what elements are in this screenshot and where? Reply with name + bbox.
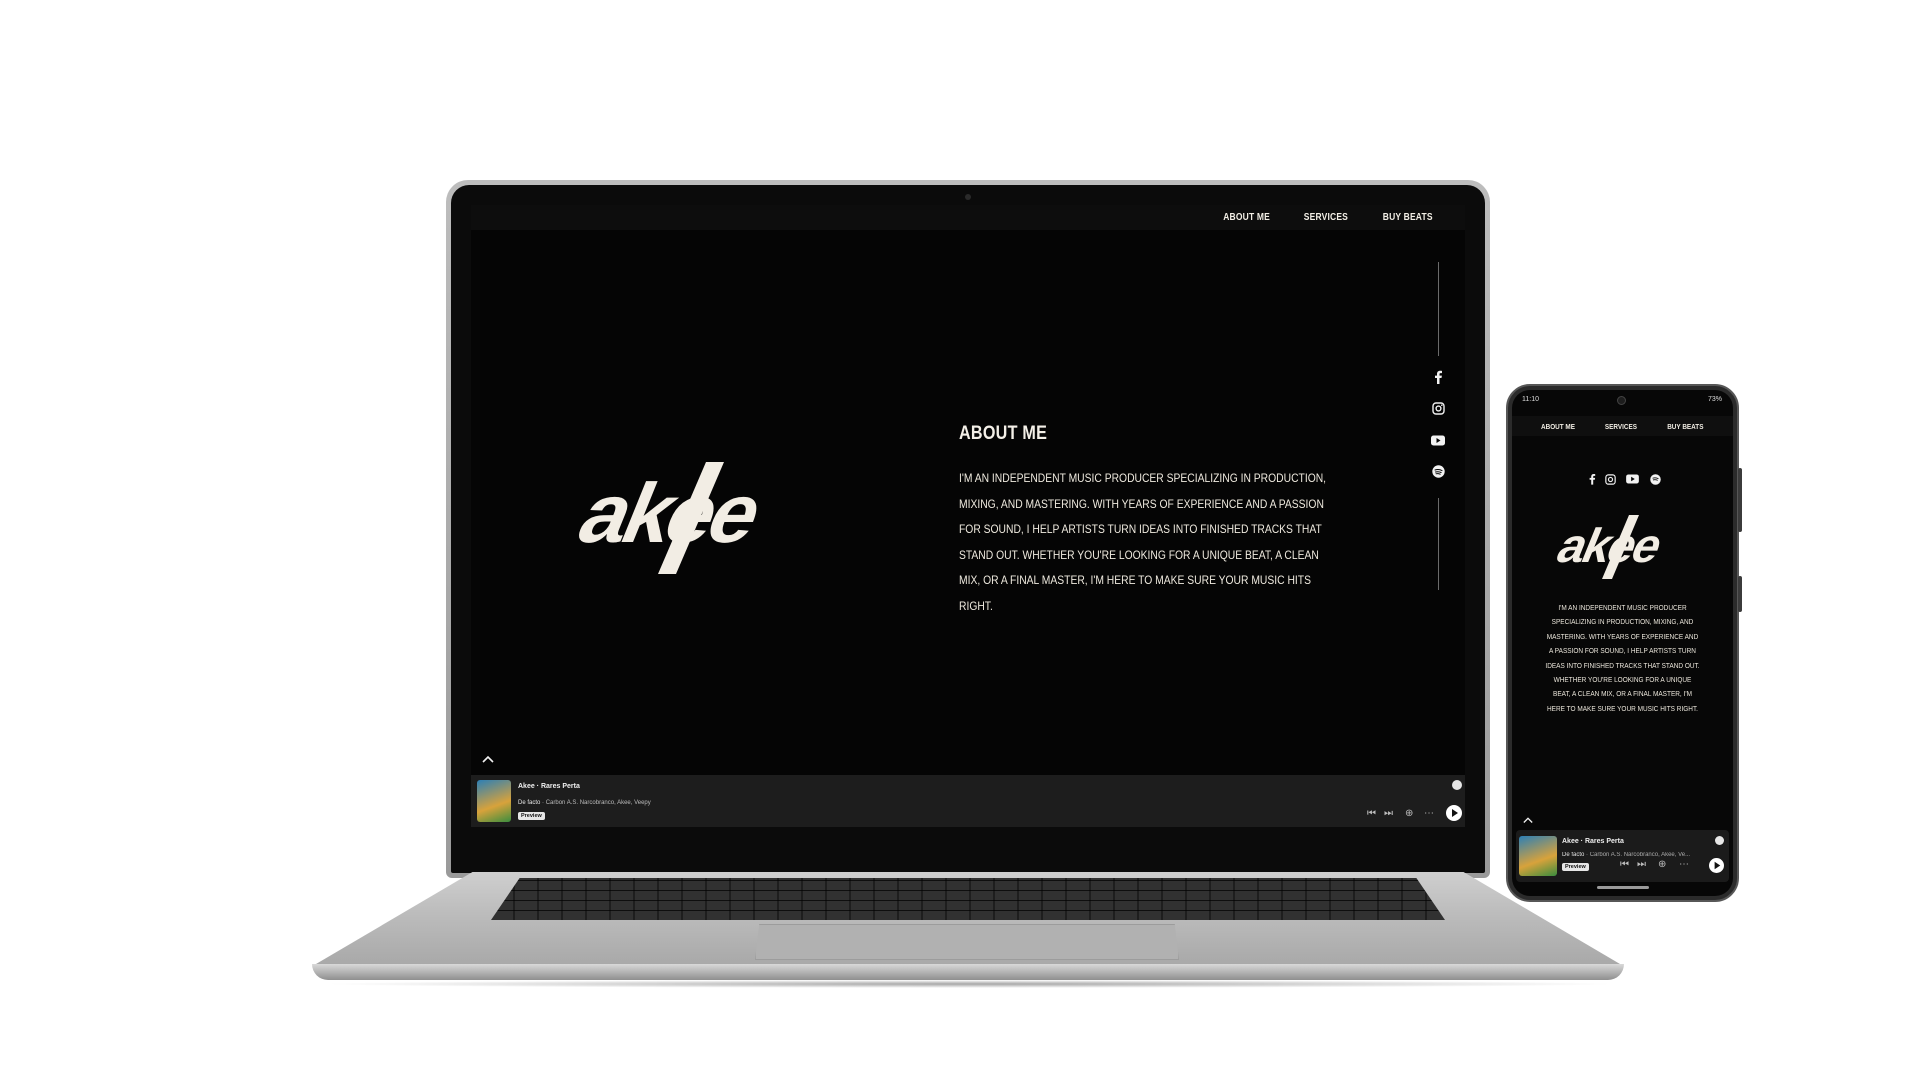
player-title[interactable]: Akee · Rares Perta: [518, 783, 580, 790]
mobile-add-icon[interactable]: ⊕: [1658, 859, 1666, 870]
track-artists[interactable]: Carbon A.S. Narcobranco, Akee, Veepy: [546, 800, 651, 806]
mobile-instagram-icon[interactable]: [1603, 472, 1617, 486]
laptop-bezel-bottom: [471, 827, 1465, 871]
mobile-nav: ABOUT ME SERVICES BUY BEATS: [1512, 416, 1733, 436]
spotify-player: Akee · Rares Perta De facto · Carbon A.S…: [471, 775, 1465, 827]
player-track: De facto · Carbon A.S. Narcobranco, Akee…: [518, 800, 651, 806]
youtube-icon[interactable]: [1429, 431, 1447, 449]
laptop-camera: [965, 194, 971, 200]
social-divider-bottom: [1438, 498, 1439, 590]
mobile-play-button[interactable]: [1709, 858, 1724, 873]
nav-buy-beats[interactable]: BUY BEATS: [1383, 212, 1433, 223]
mobile-preview-badge: Preview: [1562, 863, 1589, 871]
play-button[interactable]: [1446, 805, 1462, 821]
about-title: ABOUT ME: [959, 423, 1048, 444]
laptop-screen: ABOUT ME SERVICES BUY BEATS akee ABOUT M…: [471, 205, 1465, 827]
laptop-base: [312, 872, 1624, 988]
trackpad: [755, 924, 1179, 960]
laptop-deck: [316, 872, 1620, 964]
mockup-stage: ABOUT ME SERVICES BUY BEATS akee ABOUT M…: [0, 0, 1920, 1080]
mobile-album-art[interactable]: [1519, 836, 1557, 876]
mobile-youtube-icon[interactable]: [1625, 472, 1639, 486]
mobile-nav-about-me[interactable]: ABOUT ME: [1541, 422, 1575, 431]
spotify-logo-icon[interactable]: [1452, 780, 1462, 790]
status-time: 11:10: [1522, 396, 1539, 403]
social-divider-top: [1438, 262, 1439, 356]
phone-screen: 11:10 73% ABOUT ME SERVICES BUY BEATS ak…: [1512, 390, 1733, 896]
more-options-icon[interactable]: ⋯: [1424, 808, 1434, 819]
spotify-icon[interactable]: [1429, 462, 1447, 480]
nav-about-me[interactable]: ABOUT ME: [1224, 212, 1271, 223]
album-art[interactable]: [477, 780, 511, 822]
laptop-front-edge: [312, 964, 1624, 980]
mobile-track-title[interactable]: De facto: [1562, 852, 1584, 858]
nav-services[interactable]: SERVICES: [1304, 212, 1348, 223]
phone-power-button: [1738, 576, 1742, 612]
mobile-nav-services[interactable]: SERVICES: [1605, 422, 1637, 431]
mobile-about-body: I'M AN INDEPENDENT MUSIC PRODUCER SPECIA…: [1545, 603, 1700, 713]
status-battery: 73%: [1707, 396, 1722, 403]
previous-track-icon[interactable]: ⏮: [1367, 808, 1376, 819]
mobile-scroll-up-icon[interactable]: [1522, 815, 1534, 825]
next-track-icon[interactable]: ⏭: [1384, 808, 1393, 819]
preview-badge: Preview: [518, 812, 545, 820]
track-title[interactable]: De facto: [518, 800, 540, 806]
mobile-next-track-icon[interactable]: ⏭: [1637, 859, 1646, 870]
mobile-player-title[interactable]: Akee · Rares Perta: [1562, 838, 1624, 845]
keyboard: [491, 878, 1445, 920]
about-body: I'M AN INDEPENDENT MUSIC PRODUCER SPECIA…: [959, 471, 1327, 613]
site-nav: ABOUT ME SERVICES BUY BEATS: [471, 205, 1465, 230]
mobile-facebook-icon[interactable]: [1585, 472, 1599, 486]
facebook-icon[interactable]: [1429, 368, 1447, 386]
mobile-nav-buy-beats[interactable]: BUY BEATS: [1667, 422, 1703, 431]
mobile-akee-logo: akee: [1545, 514, 1725, 580]
add-icon[interactable]: ⊕: [1405, 808, 1413, 819]
scroll-up-icon[interactable]: [481, 753, 495, 765]
phone-home-indicator: [1597, 886, 1649, 889]
mobile-spotify-player: Akee · Rares Perta De facto · Carbon A.S…: [1516, 830, 1729, 882]
mobile-previous-track-icon[interactable]: ⏮: [1620, 859, 1629, 870]
mobile-more-options-icon[interactable]: ⋯: [1679, 859, 1689, 870]
instagram-icon[interactable]: [1429, 399, 1447, 417]
mobile-spotify-logo-icon[interactable]: [1715, 836, 1724, 845]
phone-status-bar: 11:10 73%: [1522, 396, 1722, 406]
front-camera: [1617, 396, 1626, 405]
akee-logo: akee: [556, 460, 876, 575]
mobile-spotify-icon[interactable]: [1648, 472, 1662, 486]
mobile-player-track: De facto · Carbon A.S. Narcobranco, Akee…: [1562, 852, 1691, 858]
phone-volume-button: [1738, 468, 1742, 532]
mobile-track-artists[interactable]: Carbon A.S. Narcobranco, Akee, Ve...: [1590, 852, 1690, 858]
